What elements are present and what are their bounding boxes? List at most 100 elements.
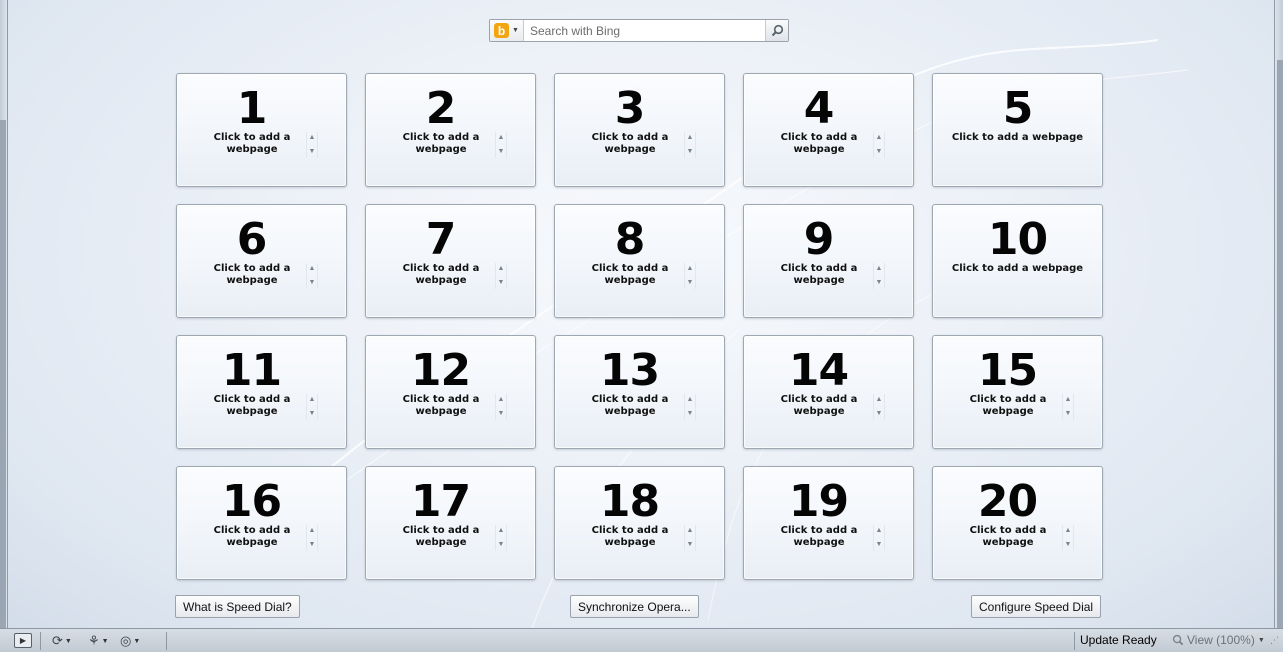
chevron-down-icon[interactable]: ▼ — [876, 539, 883, 551]
chevron-down-icon[interactable]: ▼ — [876, 146, 883, 158]
tile-scroll-spinner[interactable]: ▲ ▼ — [495, 263, 507, 289]
chevron-up-icon[interactable]: ▲ — [876, 263, 883, 275]
what-is-speed-dial-button[interactable]: What is Speed Dial? — [175, 595, 300, 618]
speed-dial-tile[interactable]: 12 Click to add a webpage ▲ ▼ — [365, 335, 536, 449]
chevron-up-icon[interactable]: ▲ — [309, 263, 316, 275]
tile-scroll-spinner[interactable]: ▲ ▼ — [1062, 525, 1074, 551]
chevron-down-icon[interactable]: ▼ — [309, 408, 316, 420]
speed-dial-tile[interactable]: 15 Click to add a webpage ▲ ▼ — [932, 335, 1103, 449]
speed-dial-tile[interactable]: 9 Click to add a webpage ▲ ▼ — [743, 204, 914, 318]
tile-scroll-spinner[interactable]: ▲ ▼ — [495, 132, 507, 158]
chevron-up-icon[interactable]: ▲ — [876, 525, 883, 537]
unite-icon: ⚘ — [88, 633, 100, 648]
chevron-up-icon[interactable]: ▲ — [309, 525, 316, 537]
chevron-down-icon: ▼ — [101, 637, 109, 645]
chevron-down-icon[interactable]: ▼ — [309, 539, 316, 551]
speed-dial-tile[interactable]: 5 Click to add a webpage — [932, 73, 1103, 187]
chevron-down-icon[interactable]: ▼ — [498, 408, 505, 420]
chevron-up-icon[interactable]: ▲ — [876, 394, 883, 406]
configure-speed-dial-button[interactable]: Configure Speed Dial — [971, 595, 1102, 618]
synchronize-opera-button[interactable]: Synchronize Opera... — [570, 595, 699, 618]
speed-dial-tile[interactable]: 16 Click to add a webpage ▲ ▼ — [176, 466, 347, 580]
search-submit-button[interactable] — [765, 20, 788, 41]
chevron-down-icon[interactable]: ▼ — [1065, 408, 1072, 420]
chevron-up-icon[interactable]: ▲ — [1065, 525, 1072, 537]
chevron-up-icon[interactable]: ▲ — [498, 263, 505, 275]
chevron-down-icon[interactable]: ▼ — [309, 277, 316, 289]
speed-dial-tile[interactable]: 8 Click to add a webpage ▲ ▼ — [554, 204, 725, 318]
speed-dial-tile[interactable]: 3 Click to add a webpage ▲ ▼ — [554, 73, 725, 187]
tile-add-webpage-label: Click to add a webpage — [213, 394, 291, 417]
chevron-up-icon[interactable]: ▲ — [687, 263, 694, 275]
tile-number: 3 — [614, 83, 646, 134]
magnifier-icon — [771, 24, 783, 37]
chevron-up-icon[interactable]: ▲ — [498, 394, 505, 406]
chevron-down-icon[interactable]: ▼ — [876, 277, 883, 289]
chevron-up-icon[interactable]: ▲ — [498, 132, 505, 144]
chevron-up-icon[interactable]: ▲ — [498, 525, 505, 537]
speed-dial-tile[interactable]: 1 Click to add a webpage ▲ ▼ — [176, 73, 347, 187]
status-bar: ▶ ⟳ ▼ ⚘ ▼ ◎ ▼ Update Ready View (100%) ▼ ⋰ — [0, 628, 1283, 652]
tile-scroll-spinner[interactable]: ▲ ▼ — [684, 263, 696, 289]
unite-button[interactable]: ⚘ ▼ — [88, 632, 109, 650]
sync-button[interactable]: ⟳ ▼ — [52, 632, 72, 650]
speed-dial-tile[interactable]: 20 Click to add a webpage ▲ ▼ — [932, 466, 1103, 580]
tile-add-webpage-label: Click to add a webpage — [780, 525, 858, 548]
chevron-down-icon[interactable]: ▼ — [687, 277, 694, 289]
tile-number: 19 — [788, 476, 849, 527]
chevron-up-icon[interactable]: ▲ — [687, 525, 694, 537]
panel-toggle-icon[interactable]: ▶ — [14, 633, 32, 648]
speed-dial-tile[interactable]: 6 Click to add a webpage ▲ ▼ — [176, 204, 347, 318]
chevron-down-icon[interactable]: ▼ — [1065, 539, 1072, 551]
chevron-up-icon[interactable]: ▲ — [309, 132, 316, 144]
speed-dial-tile[interactable]: 4 Click to add a webpage ▲ ▼ — [743, 73, 914, 187]
turbo-button[interactable]: ◎ ▼ — [120, 632, 140, 650]
tile-scroll-spinner[interactable]: ▲ ▼ — [495, 394, 507, 420]
tile-scroll-spinner[interactable]: ▲ ▼ — [873, 525, 885, 551]
speed-dial-tile[interactable]: 10 Click to add a webpage — [932, 204, 1103, 318]
search-engine-selector[interactable]: b ▼ — [490, 20, 524, 41]
chevron-down-icon[interactable]: ▼ — [687, 408, 694, 420]
tile-scroll-spinner[interactable]: ▲ ▼ — [1062, 394, 1074, 420]
zoom-control[interactable]: View (100%) ▼ — [1172, 633, 1265, 647]
tile-scroll-spinner[interactable]: ▲ ▼ — [306, 263, 318, 289]
chevron-up-icon[interactable]: ▲ — [309, 394, 316, 406]
tile-scroll-spinner[interactable]: ▲ ▼ — [873, 263, 885, 289]
search-input[interactable] — [524, 20, 765, 41]
speed-dial-tile[interactable]: 14 Click to add a webpage ▲ ▼ — [743, 335, 914, 449]
tile-number: 16 — [221, 476, 282, 527]
speed-dial-grid: 1 Click to add a webpage ▲ ▼ 2 Click to add a… — [176, 73, 1103, 580]
update-ready-link[interactable]: Update Ready — [1080, 633, 1157, 647]
speed-dial-tile[interactable]: 17 Click to add a webpage ▲ ▼ — [365, 466, 536, 580]
speed-dial-tile[interactable]: 13 Click to add a webpage ▲ ▼ — [554, 335, 725, 449]
tile-scroll-spinner[interactable]: ▲ ▼ — [495, 525, 507, 551]
chevron-up-icon[interactable]: ▲ — [687, 132, 694, 144]
tile-scroll-spinner[interactable]: ▲ ▼ — [684, 132, 696, 158]
speed-dial-tile[interactable]: 19 Click to add a webpage ▲ ▼ — [743, 466, 914, 580]
tile-scroll-spinner[interactable]: ▲ ▼ — [684, 394, 696, 420]
chevron-down-icon[interactable]: ▼ — [876, 408, 883, 420]
speed-dial-tile[interactable]: 18 Click to add a webpage ▲ ▼ — [554, 466, 725, 580]
chevron-up-icon[interactable]: ▲ — [876, 132, 883, 144]
tile-scroll-spinner[interactable]: ▲ ▼ — [873, 132, 885, 158]
chevron-down-icon[interactable]: ▼ — [498, 539, 505, 551]
tile-scroll-spinner[interactable]: ▲ ▼ — [306, 394, 318, 420]
speed-dial-tile[interactable]: 7 Click to add a webpage ▲ ▼ — [365, 204, 536, 318]
chevron-down-icon[interactable]: ▼ — [687, 146, 694, 158]
speed-dial-tile[interactable]: 2 Click to add a webpage ▲ ▼ — [365, 73, 536, 187]
speed-dial-tile[interactable]: 11 Click to add a webpage ▲ ▼ — [176, 335, 347, 449]
tile-scroll-spinner[interactable]: ▲ ▼ — [306, 525, 318, 551]
resize-grip-icon[interactable]: ⋰ — [1270, 635, 1279, 646]
chevron-down-icon[interactable]: ▼ — [687, 539, 694, 551]
chevron-down-icon[interactable]: ▼ — [498, 277, 505, 289]
tile-scroll-spinner[interactable]: ▲ ▼ — [306, 132, 318, 158]
chevron-up-icon[interactable]: ▲ — [1065, 394, 1072, 406]
tile-scroll-spinner[interactable]: ▲ ▼ — [873, 394, 885, 420]
chevron-up-icon[interactable]: ▲ — [687, 394, 694, 406]
bing-icon: b — [494, 23, 510, 38]
tile-scroll-spinner[interactable]: ▲ ▼ — [684, 525, 696, 551]
tile-add-webpage-label: Click to add a webpage — [591, 394, 669, 417]
chevron-down-icon[interactable]: ▼ — [498, 146, 505, 158]
chevron-down-icon[interactable]: ▼ — [309, 146, 316, 158]
window-frame-right — [1274, 0, 1283, 628]
